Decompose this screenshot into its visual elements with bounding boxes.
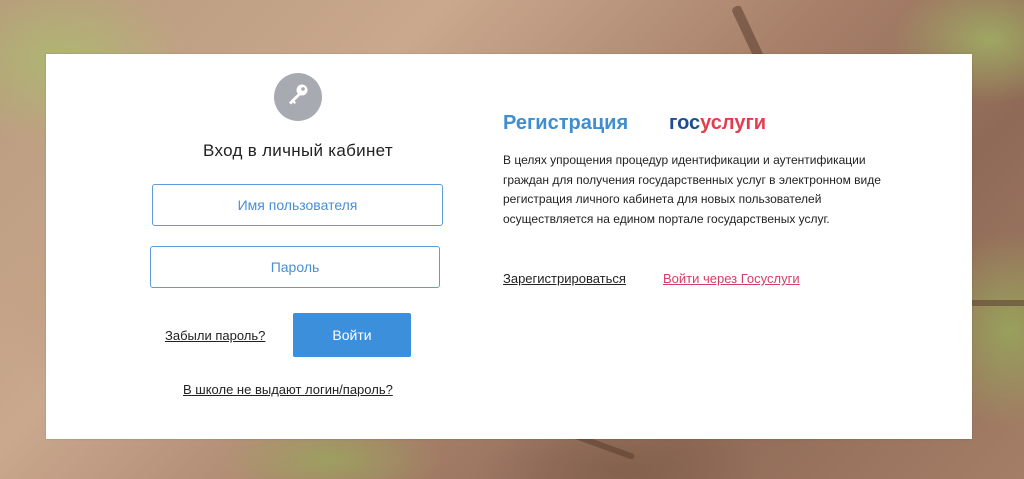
register-link[interactable]: Зарегистрироваться xyxy=(503,271,626,286)
registration-title: Регистрация xyxy=(503,112,629,134)
forgot-password-link[interactable]: Забыли пароль? xyxy=(165,328,265,343)
login-button[interactable]: Войти xyxy=(293,313,411,357)
avatar xyxy=(274,73,322,121)
login-title: Вход в личный кабинет xyxy=(203,141,393,160)
username-input[interactable] xyxy=(152,184,443,226)
gosuslugi-logo-part2: услуги xyxy=(700,112,767,134)
school-credentials-link[interactable]: В школе не выдают логин/пароль? xyxy=(183,382,393,397)
key-icon xyxy=(285,82,311,113)
gosuslugi-logo-part1: гос xyxy=(669,112,701,134)
gosuslugi-logo: госуслуги xyxy=(669,112,766,135)
password-input[interactable] xyxy=(150,246,440,288)
registration-description: В целях упрощения процедур идентификации… xyxy=(503,153,881,226)
gosuslugi-login-link[interactable]: Войти через Госуслуги xyxy=(663,271,800,286)
background-branch xyxy=(970,300,1024,306)
